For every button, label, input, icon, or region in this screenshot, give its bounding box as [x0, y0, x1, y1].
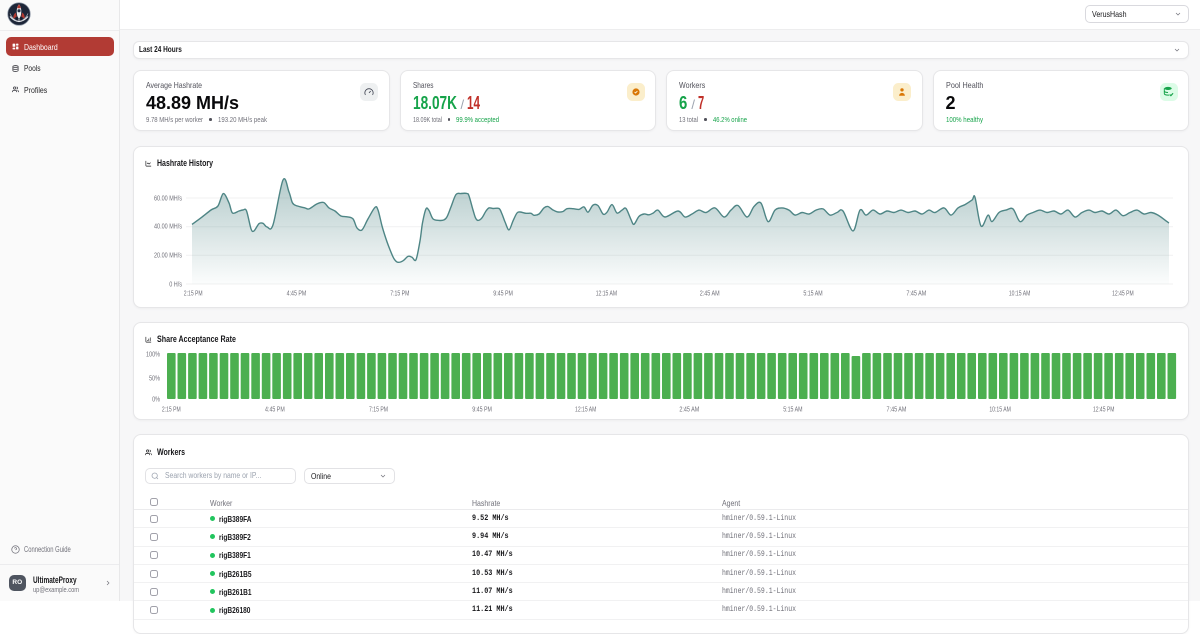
svg-text:4:45 PM: 4:45 PM — [265, 407, 285, 414]
svg-text:4:45 PM: 4:45 PM — [287, 291, 307, 298]
svg-text:10:15 AM: 10:15 AM — [989, 407, 1011, 414]
svg-text:2:45 AM: 2:45 AM — [679, 407, 699, 414]
svg-text:50%: 50% — [149, 376, 160, 383]
svg-text:7:15 PM: 7:15 PM — [390, 291, 409, 298]
svg-text:7:15 PM: 7:15 PM — [369, 407, 388, 414]
svg-text:100%: 100% — [146, 352, 160, 359]
svg-text:2:15 PM: 2:15 PM — [162, 407, 181, 414]
svg-text:0%: 0% — [152, 397, 160, 404]
svg-text:7:45 AM: 7:45 AM — [887, 407, 907, 414]
svg-text:9:45 PM: 9:45 PM — [493, 291, 513, 298]
svg-text:12:45 PM: 12:45 PM — [1112, 291, 1134, 298]
svg-text:7:45 AM: 7:45 AM — [906, 291, 926, 298]
svg-text:40.00 MH/s: 40.00 MH/s — [154, 224, 182, 231]
svg-text:10:15 AM: 10:15 AM — [1009, 291, 1031, 298]
svg-text:60.00 MH/s: 60.00 MH/s — [154, 196, 182, 203]
svg-text:12:15 AM: 12:15 AM — [575, 407, 596, 414]
svg-text:0 H/s: 0 H/s — [169, 282, 182, 289]
svg-text:2:45 AM: 2:45 AM — [700, 291, 720, 298]
svg-text:20.00 MH/s: 20.00 MH/s — [154, 253, 182, 260]
svg-text:9:45 PM: 9:45 PM — [472, 407, 492, 414]
svg-text:12:45 PM: 12:45 PM — [1093, 407, 1115, 414]
svg-text:12:15 AM: 12:15 AM — [596, 291, 617, 298]
svg-text:2:15 PM: 2:15 PM — [184, 291, 203, 298]
svg-text:5:15 AM: 5:15 AM — [803, 291, 822, 298]
svg-text:5:15 AM: 5:15 AM — [783, 407, 802, 414]
